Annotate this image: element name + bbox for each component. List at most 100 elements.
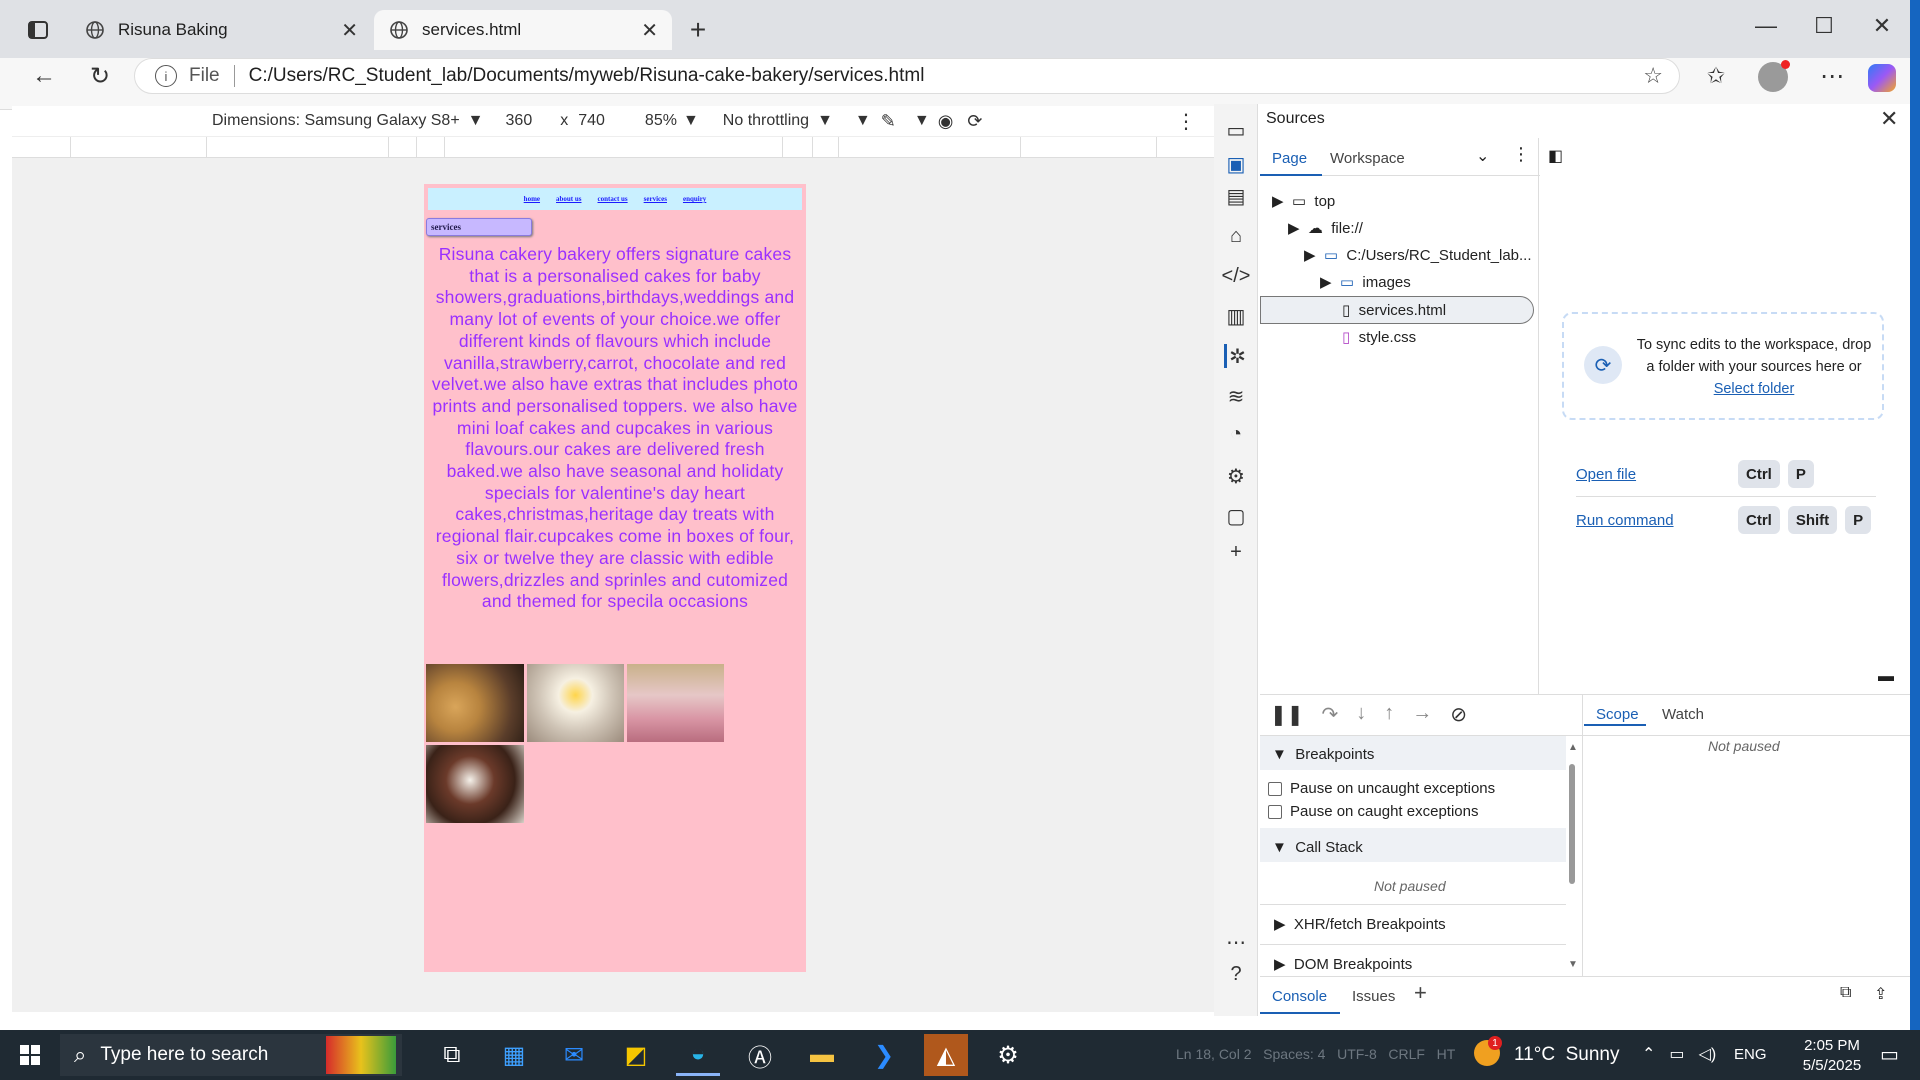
- tab-actions-icon[interactable]: [18, 10, 58, 50]
- application-icon[interactable]: ▢: [1224, 504, 1248, 528]
- step-over-icon[interactable]: ↷: [1322, 702, 1339, 727]
- copilot-icon[interactable]: [1868, 64, 1896, 92]
- dom-breakpoints-section[interactable]: ▶ DOM Breakpoints: [1274, 955, 1412, 973]
- clock[interactable]: 2:05 PM 5/5/2025: [1796, 1036, 1868, 1076]
- scrollbar-thumb[interactable]: [1569, 764, 1575, 884]
- throttling-select[interactable]: No throttling: [723, 112, 809, 130]
- store-icon[interactable]: ▦: [492, 1034, 536, 1076]
- close-window-icon[interactable]: ✕: [1862, 6, 1902, 46]
- more-options-icon[interactable]: ⋮: [1176, 109, 1196, 134]
- pause-icon[interactable]: ❚❚: [1270, 702, 1304, 727]
- paint-icon[interactable]: ◭: [924, 1034, 968, 1076]
- collapse-drawer-icon[interactable]: ⇪: [1874, 984, 1887, 1004]
- weather-text[interactable]: 11°C Sunny: [1514, 1044, 1619, 1066]
- select-folder-link[interactable]: Select folder: [1714, 381, 1795, 397]
- screenshot-icon[interactable]: ▬: [1878, 668, 1894, 686]
- url-text[interactable]: C:/Users/RC_Student_lab/Documents/myweb/…: [249, 65, 925, 87]
- dock-icon[interactable]: ⧉: [1840, 984, 1851, 1002]
- start-icon[interactable]: [8, 1034, 52, 1076]
- run-command-link[interactable]: Run command: [1576, 512, 1674, 529]
- console-icon[interactable]: ▥: [1224, 304, 1248, 328]
- nav-about[interactable]: about us: [556, 195, 581, 203]
- nav-services[interactable]: services: [644, 195, 667, 203]
- tree-item-services[interactable]: ▯ services.html: [1342, 301, 1446, 319]
- file-explorer-icon[interactable]: ▬: [800, 1034, 844, 1076]
- sources-bug-icon[interactable]: ✲: [1224, 344, 1248, 368]
- settings-icon[interactable]: ⚙: [986, 1034, 1030, 1076]
- step-icon[interactable]: →: [1412, 702, 1432, 727]
- favorite-star-icon[interactable]: ☆: [1643, 63, 1663, 89]
- open-file-link[interactable]: Open file: [1576, 466, 1636, 483]
- close-tab-icon[interactable]: ✕: [341, 18, 358, 43]
- maximize-icon[interactable]: ☐: [1804, 6, 1844, 46]
- device-toggle-icon[interactable]: ▣: [1224, 152, 1248, 176]
- tab-watch[interactable]: Watch: [1662, 706, 1704, 723]
- more-menu-icon[interactable]: ⋯: [1812, 56, 1852, 96]
- close-devtools-icon[interactable]: ✕: [1880, 106, 1898, 132]
- device-icon[interactable]: ▭: [1224, 118, 1248, 142]
- drawer-tab-console[interactable]: Console: [1272, 988, 1327, 1005]
- edge-icon[interactable]: ◒: [676, 1034, 720, 1076]
- drawer-tab-issues[interactable]: Issues: [1352, 988, 1395, 1005]
- width-input[interactable]: 360: [506, 112, 533, 130]
- tree-item-top[interactable]: ▶ ▭ top: [1272, 192, 1335, 210]
- back-icon[interactable]: ←: [24, 56, 64, 96]
- breakpoints-section[interactable]: ▼ Breakpoints: [1272, 746, 1374, 763]
- checkbox[interactable]: [1268, 781, 1282, 796]
- notifications-icon[interactable]: ▭: [1880, 1042, 1899, 1067]
- volume-icon[interactable]: ◁): [1699, 1044, 1717, 1064]
- info-icon[interactable]: i: [155, 65, 177, 87]
- tree-item-folder[interactable]: ▶ ▭ C:/Users/RC_Student_lab...: [1304, 246, 1532, 264]
- toggle-sidebar-icon[interactable]: ◧: [1548, 146, 1563, 166]
- dimensions-select[interactable]: Dimensions: Samsung Galaxy S8+: [212, 112, 460, 130]
- address-bar[interactable]: i File C:/Users/RC_Student_lab/Documents…: [134, 58, 1680, 94]
- home-icon[interactable]: ⌂: [1224, 224, 1248, 248]
- elements-icon[interactable]: </>: [1222, 264, 1251, 288]
- tab-services[interactable]: services.html ✕: [374, 10, 672, 50]
- pause-caught-checkbox[interactable]: Pause on caught exceptions: [1268, 803, 1478, 820]
- reload-icon[interactable]: ↻: [80, 56, 120, 96]
- new-tab-icon[interactable]: +: [678, 10, 718, 50]
- xhr-breakpoints-section[interactable]: ▶ XHR/fetch Breakpoints: [1274, 915, 1446, 933]
- mail-icon[interactable]: ✉: [552, 1034, 596, 1076]
- tree-item-file[interactable]: ▶ ☁ file://: [1288, 219, 1363, 237]
- minimize-icon[interactable]: —: [1746, 6, 1786, 46]
- dropdown-arrow-icon[interactable]: ▼: [817, 112, 833, 130]
- navigator-menu-icon[interactable]: ⋮: [1512, 144, 1530, 165]
- window-icon[interactable]: ▤: [1224, 184, 1248, 208]
- checkbox[interactable]: [1268, 804, 1282, 819]
- step-into-icon[interactable]: ↓: [1356, 702, 1366, 727]
- dropdown-arrow-icon[interactable]: ▼: [683, 112, 699, 130]
- add-tool-icon[interactable]: +: [1224, 540, 1248, 564]
- dropdown-arrow-icon[interactable]: ▼: [914, 112, 930, 130]
- tab-risuna-baking[interactable]: Risuna Baking ✕: [70, 10, 372, 50]
- vision-icon[interactable]: ◉: [938, 111, 954, 132]
- tab-page[interactable]: Page: [1272, 150, 1307, 167]
- network-icon[interactable]: ≋: [1224, 384, 1248, 408]
- tree-item-images[interactable]: ▶ ▭ images: [1320, 273, 1411, 291]
- help-icon[interactable]: ?: [1224, 962, 1248, 986]
- zoom-select[interactable]: 85%: [645, 112, 677, 130]
- avatar[interactable]: [1758, 60, 1790, 92]
- pause-uncaught-checkbox[interactable]: Pause on uncaught exceptions: [1268, 780, 1495, 797]
- performance-icon[interactable]: ◔: [1224, 422, 1248, 446]
- step-out-icon[interactable]: ↑: [1384, 702, 1394, 727]
- nav-enquiry[interactable]: enquiry: [683, 195, 706, 203]
- close-tab-icon[interactable]: ✕: [641, 18, 658, 43]
- scrollbar[interactable]: ▲ ▼: [1566, 742, 1578, 970]
- network-icon[interactable]: ▭: [1669, 1044, 1684, 1064]
- app-icon[interactable]: ◩: [614, 1034, 658, 1076]
- app-a-icon[interactable]: Ⓐ: [738, 1034, 782, 1076]
- chevron-down-icon[interactable]: ⌄: [1476, 146, 1489, 166]
- tab-workspace[interactable]: Workspace: [1330, 150, 1405, 167]
- vscode-icon[interactable]: ❯: [862, 1034, 906, 1076]
- dropdown-arrow-icon[interactable]: ▼: [855, 112, 871, 130]
- tab-scope[interactable]: Scope: [1596, 706, 1639, 723]
- language-indicator[interactable]: ENG: [1734, 1046, 1767, 1063]
- favorites-icon[interactable]: ✩: [1696, 56, 1736, 96]
- rotate-icon[interactable]: ⟳: [967, 111, 982, 132]
- more-tools-icon[interactable]: ⋯: [1224, 930, 1248, 954]
- tray-chevron-icon[interactable]: ⌃: [1642, 1044, 1655, 1064]
- height-input[interactable]: 740: [578, 112, 605, 130]
- tree-item-style[interactable]: ▯ style.css: [1342, 328, 1416, 346]
